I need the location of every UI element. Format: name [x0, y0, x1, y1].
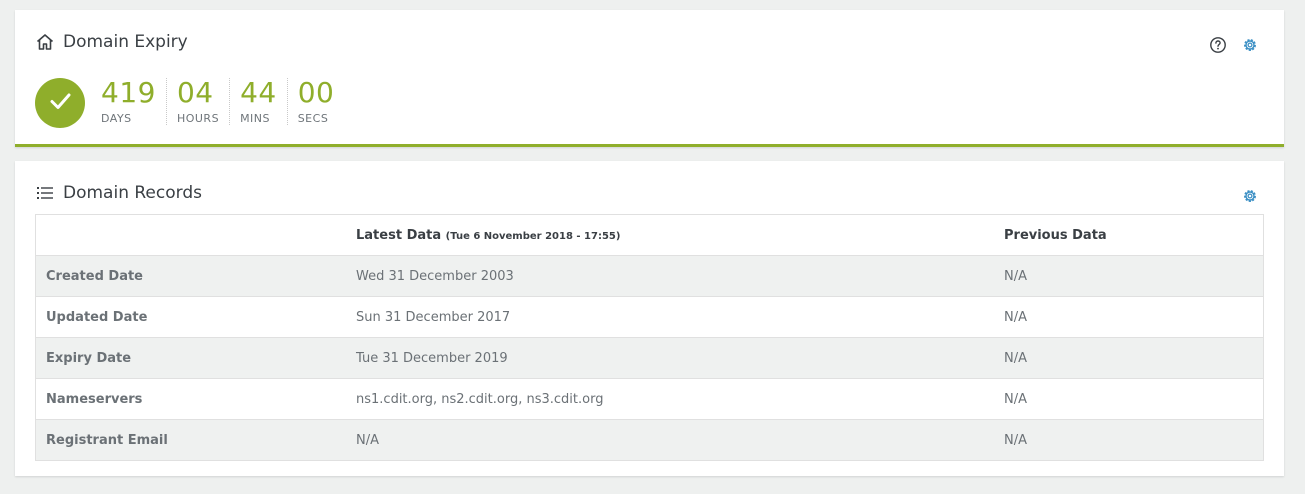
table-row: Expiry Date Tue 31 December 2019 N/A	[35, 337, 1264, 379]
table-row: Created Date Wed 31 December 2003 N/A	[35, 255, 1264, 297]
header-previous-data: Previous Data	[994, 214, 1264, 256]
row-label: Updated Date	[35, 296, 346, 338]
row-latest-value: Tue 31 December 2019	[346, 337, 994, 379]
table-header-row: Latest Data (Tue 6 November 2018 - 17:55…	[35, 214, 1264, 256]
countdown-secs: 00 SECS	[286, 76, 345, 125]
row-previous-value: N/A	[994, 296, 1264, 338]
list-icon	[35, 183, 55, 203]
countdown-days-label: DAYS	[101, 112, 132, 125]
row-label: Nameservers	[35, 378, 346, 420]
countdown-hours: 04 HOURS	[165, 76, 229, 125]
row-label: Expiry Date	[35, 337, 346, 379]
countdown-hours-value: 04	[176, 76, 214, 109]
table-row: Nameservers ns1.cdit.org, ns2.cdit.org, …	[35, 378, 1264, 420]
home-icon	[35, 32, 55, 52]
row-latest-value: ns1.cdit.org, ns2.cdit.org, ns3.cdit.org	[346, 378, 994, 420]
domain-expiry-title: Domain Expiry	[63, 32, 188, 52]
row-previous-value: N/A	[994, 419, 1264, 461]
domain-records-table: Latest Data (Tue 6 November 2018 - 17:55…	[35, 214, 1264, 461]
row-latest-value: Wed 31 December 2003	[346, 255, 994, 297]
header-latest-data: Latest Data (Tue 6 November 2018 - 17:55…	[346, 214, 994, 256]
domain-expiry-header: Domain Expiry	[35, 32, 188, 52]
row-latest-value: N/A	[346, 419, 994, 461]
row-label: Registrant Email	[35, 419, 346, 461]
status-check-badge	[35, 78, 85, 128]
row-label: Created Date	[35, 255, 346, 297]
countdown-secs-value: 00	[297, 76, 335, 109]
row-latest-value: Sun 31 December 2017	[346, 296, 994, 338]
countdown-mins-value: 44	[240, 76, 277, 109]
settings-gear-icon[interactable]	[1241, 187, 1259, 205]
countdown-days: 419 DAYS	[101, 76, 166, 126]
domain-records-card: Domain Records Latest Data (Tue 6 Novemb…	[15, 161, 1284, 476]
expiry-countdown: 419 DAYS 04 HOURS 44 MINS 00 SECS	[35, 78, 344, 128]
countdown-secs-label: SECS	[297, 112, 329, 125]
countdown-days-value: 419	[101, 76, 156, 109]
header-latest-label: Latest Data	[356, 227, 442, 243]
countdown-mins-label: MINS	[240, 112, 271, 125]
check-icon	[46, 87, 74, 119]
settings-gear-icon[interactable]	[1241, 36, 1259, 54]
domain-records-header: Domain Records	[35, 183, 202, 203]
table-row: Registrant Email N/A N/A	[35, 419, 1264, 461]
header-latest-timestamp: (Tue 6 November 2018 - 17:55)	[445, 230, 621, 242]
row-previous-value: N/A	[994, 255, 1264, 297]
header-empty-cell	[35, 214, 346, 256]
table-row: Updated Date Sun 31 December 2017 N/A	[35, 296, 1264, 338]
row-previous-value: N/A	[994, 337, 1264, 379]
domain-expiry-card: Domain Expiry 419 DAYS 04 HOURS 44 MINS …	[15, 10, 1284, 147]
countdown-mins: 44 MINS	[229, 78, 287, 125]
row-previous-value: N/A	[994, 378, 1264, 420]
help-icon[interactable]	[1209, 36, 1227, 54]
countdown-hours-label: HOURS	[176, 112, 220, 125]
domain-records-title: Domain Records	[63, 183, 202, 203]
